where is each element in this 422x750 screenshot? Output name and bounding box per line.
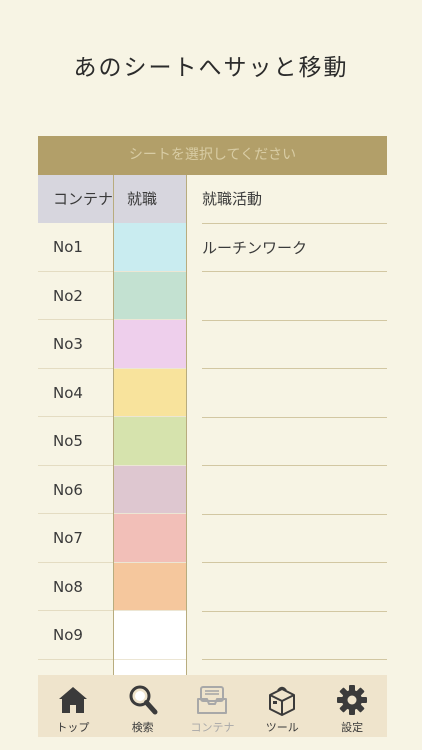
color-swatch[interactable] (114, 562, 186, 611)
tab-bar: トップ 検索 コンテナ ツール 設定 (38, 675, 387, 737)
color-swatch[interactable] (114, 611, 186, 660)
tab-label: ツール (265, 721, 299, 734)
color-swatch[interactable] (114, 465, 186, 514)
row-label-no6[interactable]: No6 (38, 466, 113, 514)
sheet-selector[interactable]: シートを選択してください (38, 136, 387, 175)
container-name-column: 就職活動 ルーチンワーク (187, 175, 387, 675)
tab-tools[interactable]: ツール (247, 675, 317, 737)
container-name[interactable] (202, 612, 387, 660)
row-label-no5[interactable]: No5 (38, 417, 113, 466)
column-header-container: コンテナ (38, 175, 113, 223)
row-label-no4[interactable]: No4 (38, 369, 113, 417)
container-name[interactable]: 就職活動 (202, 175, 387, 224)
container-name[interactable] (202, 369, 387, 418)
container-name[interactable] (202, 321, 387, 369)
color-swatch[interactable] (114, 320, 186, 369)
color-swatch-column: 就職 (113, 175, 187, 675)
toolbox-icon (269, 686, 296, 716)
container-name[interactable] (202, 272, 387, 321)
tab-label: トップ (56, 721, 90, 734)
color-swatch[interactable] (114, 368, 186, 417)
row-label-no2[interactable]: No2 (38, 272, 113, 320)
container-name[interactable] (202, 466, 387, 515)
color-swatch[interactable] (114, 417, 186, 466)
container-label-column: コンテナ No1 No2 No3 No4 No5 No6 No7 No8 No9 (38, 175, 113, 675)
tab-label: コンテナ (190, 721, 235, 734)
row-label-no8[interactable]: No8 (38, 563, 113, 611)
tab-label: 設定 (341, 721, 364, 734)
color-swatch[interactable] (114, 223, 186, 272)
headline: あのシートへサッと移動 (73, 55, 349, 81)
row-label-no1[interactable]: No1 (38, 223, 113, 272)
tray-icon (197, 686, 228, 714)
home-icon (58, 687, 87, 713)
row-label-no3[interactable]: No3 (38, 320, 113, 369)
row-label-no7[interactable]: No7 (38, 514, 113, 563)
color-swatch[interactable] (114, 514, 186, 563)
column-header-sheet: 就職 (114, 175, 186, 223)
container-name[interactable]: ルーチンワーク (202, 224, 387, 272)
container-name[interactable] (202, 563, 387, 612)
color-swatch[interactable] (114, 271, 186, 320)
tab-settings[interactable]: 設定 (317, 675, 387, 737)
container-name[interactable] (202, 515, 387, 563)
tab-search[interactable]: 検索 (108, 675, 178, 737)
tab-label: 検索 (131, 721, 154, 734)
tab-top[interactable]: トップ (38, 675, 108, 737)
search-icon (129, 685, 158, 715)
container-name[interactable] (202, 418, 387, 466)
gear-icon (337, 685, 368, 715)
tab-container[interactable]: コンテナ (178, 675, 248, 737)
row-label-no9[interactable]: No9 (38, 611, 113, 660)
container-table: コンテナ No1 No2 No3 No4 No5 No6 No7 No8 No9… (38, 175, 387, 675)
screen: あのシートへサッと移動 シートを選択してください コンテナ No1 No2 No… (0, 0, 422, 750)
